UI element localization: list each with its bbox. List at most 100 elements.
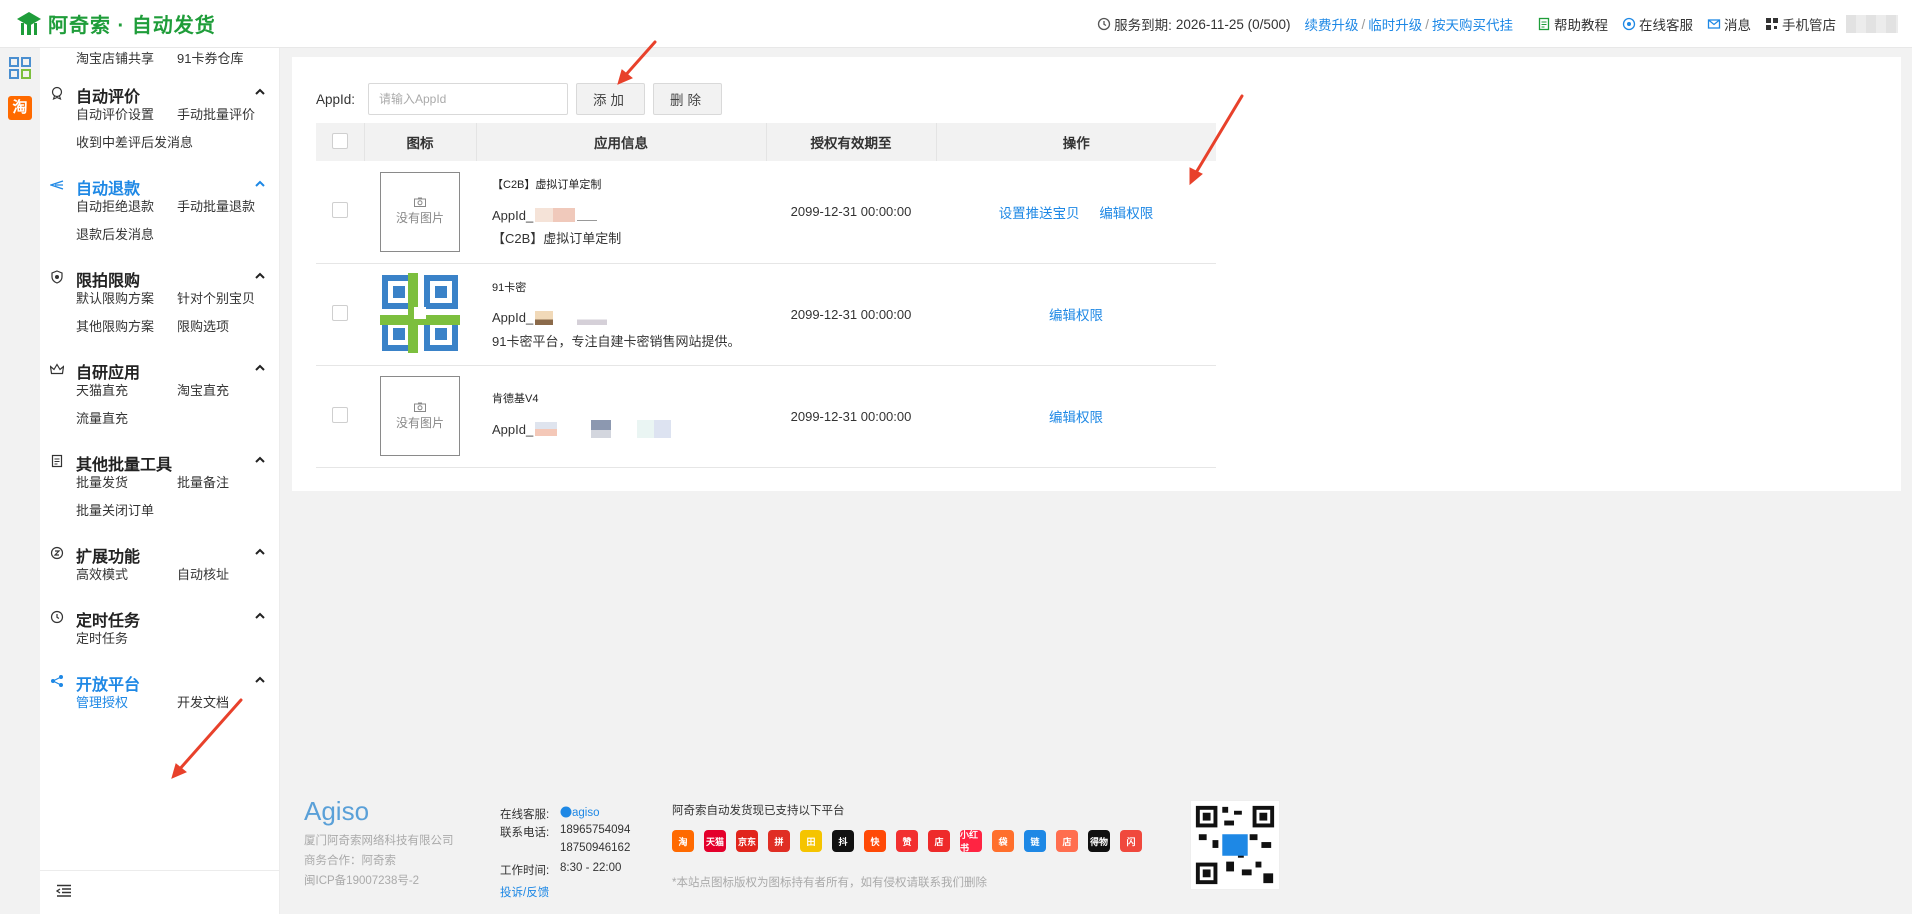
app-id: AppId_ <box>492 309 766 327</box>
document-icon <box>1538 17 1550 31</box>
main-content: AppId: 添加 删除 图标 应用信息 授权有效期至 操作 没有图片 <box>292 57 1901 491</box>
platform-icon: 得物 <box>1088 830 1110 852</box>
daily-purchase-link[interactable]: 按天购买代挂 <box>1432 14 1513 34</box>
add-button[interactable]: 添加 <box>576 83 645 115</box>
sidebar-item-efficient-mode[interactable]: 高效模式 <box>76 564 128 583</box>
qr-code <box>1190 800 1280 890</box>
sidebar-item-bad-review-message[interactable]: 收到中差评后发消息 <box>76 132 193 151</box>
sidebar-item-other-limit-plan[interactable]: 其他限购方案 <box>76 316 154 335</box>
app-name: 肯德基V4 <box>492 393 539 405</box>
footer-partner: 商务合作：阿奇索 <box>304 855 396 867</box>
upgrade-links: 续费升级 / 临时升级 / 按天购买代挂 <box>1304 14 1513 34</box>
sidebar-item-scheduled-task[interactable]: 定时任务 <box>76 628 128 647</box>
sidebar-item-manual-batch-refund[interactable]: 手动批量退款 <box>177 196 255 215</box>
sidebar-item-taobao-recharge[interactable]: 淘宝直充 <box>177 380 229 399</box>
service-label: 服务到期: <box>1114 18 1172 33</box>
row-checkbox[interactable] <box>332 202 348 219</box>
brand[interactable]: 阿奇索 · 自动发货 <box>14 9 216 39</box>
no-image-label: 没有图片 <box>395 415 444 430</box>
sidebar-item-data-recharge[interactable]: 流量直充 <box>76 408 128 427</box>
platform-icons: 淘天猫 京东拼田抖快赞店小红书袋链店得物闪 <box>672 830 1152 853</box>
appid-label: AppId: <box>316 91 356 107</box>
col-header-icon: 图标 <box>364 123 477 161</box>
sidebar-item-batch-note[interactable]: 批量备注 <box>177 472 229 491</box>
chevron-up-icon <box>255 364 265 371</box>
chat-icon <box>560 806 572 818</box>
sidebar-item-tmall-recharge[interactable]: 天猫直充 <box>76 380 128 399</box>
online-label: 在线客服 <box>1639 18 1693 33</box>
redacted-app-id-mid <box>591 420 612 438</box>
complaint-link[interactable]: 投诉/反馈 <box>500 884 549 900</box>
set-push-item-link[interactable]: 设置推送宝贝 <box>999 206 1080 221</box>
chevron-up-icon <box>255 272 265 279</box>
app-table: 图标 应用信息 授权有效期至 操作 没有图片 【C2B】虚拟订单定制 AppId… <box>316 123 1216 468</box>
edit-permission-link[interactable]: 编辑权限 <box>1049 308 1103 323</box>
footer-company: 厦门阿奇索网络科技有限公司 <box>304 835 454 847</box>
sidebar-item-default-limit-plan[interactable]: 默认限购方案 <box>76 288 154 307</box>
edit-permission-link[interactable]: 编辑权限 <box>1099 206 1153 221</box>
redacted-app-id <box>535 422 558 436</box>
sidebar-item-refund-message[interactable]: 退款后发消息 <box>76 224 154 243</box>
grid-app-icon[interactable] <box>8 56 32 80</box>
platform-icon: 抖 <box>832 830 854 852</box>
online-service-name: agiso <box>572 807 600 819</box>
app-description: 【C2B】虚拟订单定制 <box>492 231 622 247</box>
renew-upgrade-link[interactable]: 续费升级 <box>1304 14 1358 34</box>
appid-input[interactable] <box>368 83 568 115</box>
row-checkbox[interactable] <box>332 304 348 321</box>
sidebar-item-taobao-share[interactable]: 淘宝店铺共享 <box>76 48 154 67</box>
sidebar-item-auto-reject-refund[interactable]: 自动拒绝退款 <box>76 196 154 215</box>
edit-permission-link[interactable]: 编辑权限 <box>1049 410 1103 425</box>
top-right-bar: 服务到期: 2026-11-25 (0/500) 续费升级 / 临时升级 / 按天购… <box>1083 0 1912 48</box>
online-service-value[interactable]: agiso <box>560 806 600 819</box>
sidebar-item-batch-ship[interactable]: 批量发货 <box>76 472 128 491</box>
mobile-store-link[interactable]: 手机管店 <box>1765 14 1836 34</box>
chevron-up-icon <box>255 612 265 619</box>
col-header-expiry: 授权有效期至 <box>766 123 937 161</box>
footer: Agiso 厦门阿奇索网络科技有限公司 商务合作：阿奇索 闽ICP备190072… <box>292 790 1392 910</box>
expiry-date: 2099-12-31 00:00:00 <box>790 306 912 322</box>
app-name: 91卡密 <box>492 281 527 294</box>
clock-icon <box>1097 17 1111 31</box>
redacted-app-id <box>535 310 554 325</box>
badge-icon <box>51 86 63 100</box>
delete-button[interactable]: 删除 <box>653 83 722 115</box>
chevron-up-icon <box>255 180 265 187</box>
brand-logo-icon <box>17 11 41 35</box>
hours-value: 8:30 - 22:00 <box>560 862 622 874</box>
user-avatar[interactable] <box>1846 15 1898 33</box>
footer-icp[interactable]: 闽ICP备19007238号-2 <box>304 872 419 888</box>
messages-link[interactable]: 消息 <box>1707 14 1751 34</box>
row-checkbox[interactable] <box>332 406 348 423</box>
appid-toolbar: AppId: 添加 删除 <box>316 83 730 115</box>
app-id: AppId_ <box>492 420 766 438</box>
phone-label: 联系电话: <box>500 827 550 839</box>
platform-icon: 田 <box>800 830 822 852</box>
sidebar-item-developer-docs[interactable]: 开发文档 <box>177 692 229 711</box>
camera-icon <box>414 197 426 208</box>
footer-disclaimer: *本站点图标版权为图标持有者所有，如有侵权请联系我们删除 <box>672 877 987 889</box>
platform-icon: 淘 <box>672 830 694 852</box>
brand-title: 阿奇索 · 自动发货 <box>48 15 216 37</box>
shield-icon <box>51 270 63 284</box>
app-rail: 淘 <box>0 48 40 914</box>
temp-upgrade-link[interactable]: 临时升级 <box>1368 14 1422 34</box>
collapse-menu-icon[interactable] <box>56 884 72 898</box>
sidebar-item-auto-review-settings[interactable]: 自动评价设置 <box>76 104 154 123</box>
sidebar-item-specific-item[interactable]: 针对个别宝贝 <box>177 288 255 307</box>
sidebar-item-limit-options[interactable]: 限购选项 <box>177 316 229 335</box>
col-header-actions: 操作 <box>1062 136 1090 151</box>
table-header-row: 图标 应用信息 授权有效期至 操作 <box>316 123 1216 161</box>
platform-icon: 天猫 <box>704 830 726 852</box>
sidebar-item-auto-address-check[interactable]: 自动核址 <box>177 564 229 583</box>
select-all-checkbox[interactable] <box>331 132 348 149</box>
sidebar-item-batch-close-order[interactable]: 批量关闭订单 <box>76 500 154 519</box>
taobao-app-icon[interactable]: 淘 <box>8 96 32 120</box>
sidebar-item-91-card-warehouse[interactable]: 91卡券仓库 <box>177 48 243 67</box>
sidebar-item-manual-batch-review[interactable]: 手动批量评价 <box>177 104 255 123</box>
extend-icon <box>50 546 64 560</box>
sidebar-item-manage-authorization[interactable]: 管理授权 <box>76 692 128 711</box>
help-link[interactable]: 帮助教程 <box>1537 14 1608 34</box>
footer-logo: Agiso <box>304 796 370 826</box>
online-service-link[interactable]: 在线客服 <box>1622 14 1693 34</box>
